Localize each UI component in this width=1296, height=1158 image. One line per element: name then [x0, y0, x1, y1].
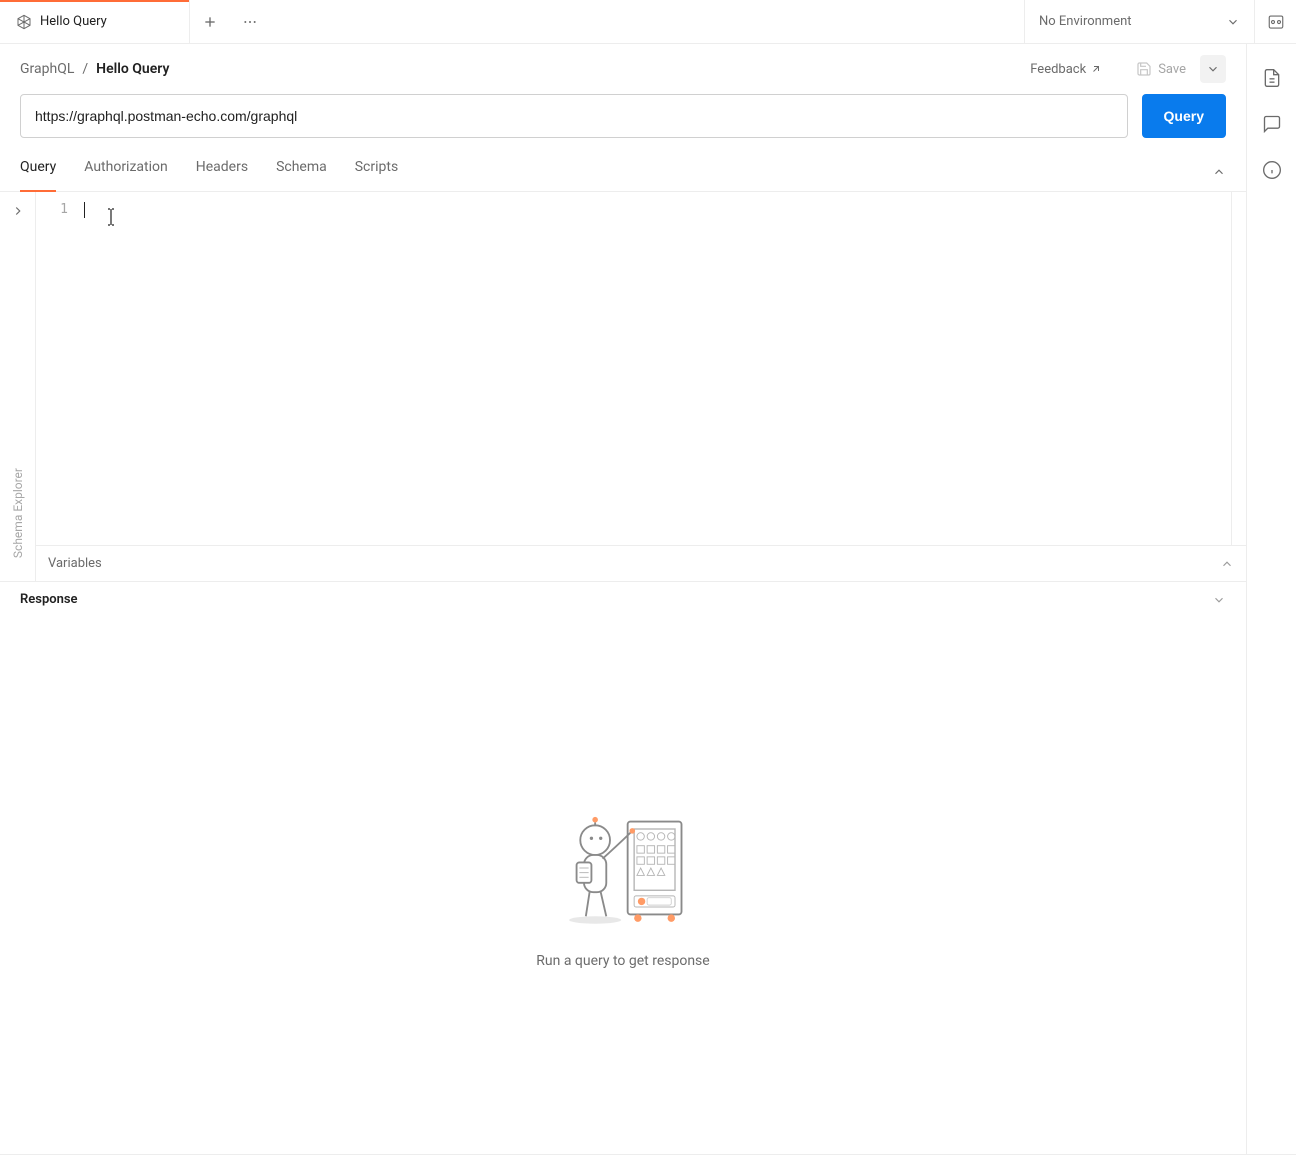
feedback-link[interactable]: Feedback	[1030, 62, 1102, 77]
tab-query[interactable]: Query	[20, 152, 56, 191]
query-editor[interactable]: 1	[36, 192, 1232, 545]
save-button: Save	[1126, 55, 1196, 83]
save-icon	[1136, 61, 1152, 77]
breadcrumb-separator: /	[82, 61, 88, 77]
info-icon[interactable]	[1262, 160, 1282, 180]
breadcrumb-current: Hello Query	[96, 61, 169, 77]
chevron-down-icon	[1226, 15, 1240, 29]
tab-authorization[interactable]: Authorization	[84, 152, 167, 191]
breadcrumb: GraphQL / Hello Query	[20, 61, 169, 77]
save-options-button[interactable]	[1200, 55, 1226, 83]
line-number: 1	[36, 202, 84, 535]
schema-explorer-label: Schema Explorer	[11, 468, 25, 558]
empty-state-message: Run a query to get response	[536, 953, 709, 969]
new-tab-button[interactable]	[190, 0, 230, 43]
environment-quicklook-button[interactable]	[1254, 0, 1296, 43]
external-link-icon	[1090, 63, 1102, 75]
tab-options-button[interactable]	[230, 0, 270, 43]
comments-icon[interactable]	[1262, 114, 1282, 134]
variables-label: Variables	[48, 556, 102, 571]
request-tab-label: Hello Query	[40, 14, 107, 29]
empty-state-illustration	[548, 803, 698, 933]
query-button[interactable]: Query	[1142, 94, 1226, 138]
environment-label: No Environment	[1039, 14, 1132, 29]
tab-schema[interactable]: Schema	[276, 152, 327, 191]
url-input[interactable]	[20, 94, 1128, 138]
request-tab[interactable]: Hello Query	[0, 0, 190, 43]
text-caret	[84, 202, 85, 218]
documentation-icon[interactable]	[1262, 68, 1282, 88]
environment-selector[interactable]: No Environment	[1024, 0, 1254, 43]
breadcrumb-collection[interactable]: GraphQL	[20, 61, 74, 77]
graphql-icon	[16, 14, 32, 30]
tab-headers[interactable]: Headers	[196, 152, 248, 191]
chevron-down-icon	[1212, 593, 1226, 607]
schema-explorer-toggle[interactable]	[11, 204, 25, 218]
text-cursor-icon	[106, 208, 116, 226]
chevron-up-icon	[1220, 557, 1234, 571]
response-header[interactable]: Response	[0, 581, 1246, 617]
variables-toggle[interactable]: Variables	[36, 545, 1246, 581]
response-heading: Response	[20, 592, 78, 607]
tab-scripts[interactable]: Scripts	[355, 152, 398, 191]
collapse-request-button[interactable]	[1212, 165, 1226, 179]
